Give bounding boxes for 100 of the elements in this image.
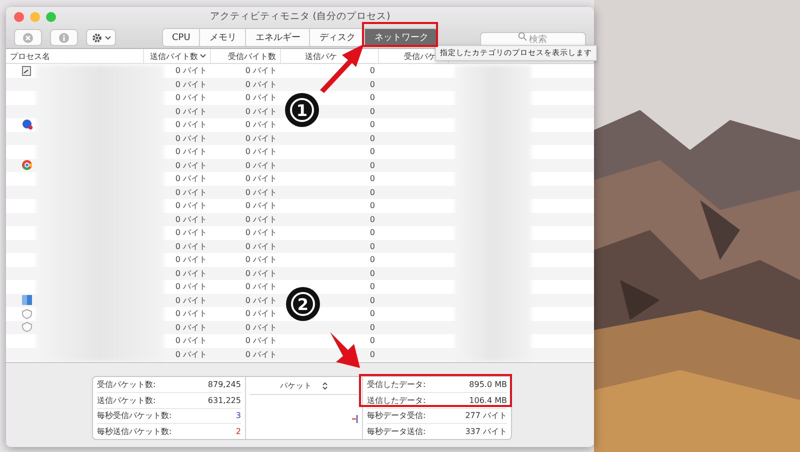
table-cell: 0 バイト — [245, 106, 277, 117]
table-cell: 0 バイト — [245, 240, 277, 252]
table-cell: 0 バイト — [245, 348, 277, 360]
tab[interactable]: エネルギー — [245, 29, 310, 46]
table-cell: 0 バイト — [245, 65, 277, 76]
graph-drawing — [352, 415, 358, 423]
table-cell: 0 バイト — [175, 65, 207, 76]
info-button[interactable] — [50, 29, 78, 46]
table-cell: 0 バイト — [175, 281, 207, 292]
table-cell: 0 — [370, 268, 375, 278]
stat-value: 2 — [236, 427, 241, 436]
globe-icon — [22, 119, 33, 130]
table-cell: 0 バイト — [175, 294, 207, 306]
table-cell: 0 バイト — [175, 254, 207, 266]
table-cell: 0 — [370, 242, 375, 251]
table-cell: 0 バイト — [175, 106, 207, 117]
stat-label: 送信パケット数: — [97, 394, 156, 406]
zoom-button[interactable] — [46, 12, 56, 22]
column-header[interactable]: 送信バイト数 — [144, 49, 211, 63]
stat-value: 3 — [236, 411, 241, 420]
table-cell: 0 バイト — [175, 160, 207, 171]
stop-process-button[interactable] — [14, 29, 42, 46]
tab[interactable]: メモリ — [199, 29, 246, 46]
table-cell: 0 バイト — [175, 173, 207, 184]
gear-icon — [92, 32, 102, 43]
table-cell: 0 — [370, 134, 375, 143]
table-cell: 0 — [370, 214, 375, 224]
table-cell: 0 バイト — [245, 132, 277, 144]
table-cell: 0 バイト — [245, 268, 277, 279]
table-cell: 0 — [370, 350, 375, 359]
tab[interactable]: CPU — [163, 29, 200, 46]
updown-icon — [322, 382, 328, 390]
caret-icon — [104, 36, 110, 40]
table-cell: 0 バイト — [245, 254, 277, 266]
gear-menu-button[interactable] — [86, 29, 116, 46]
table-cell: 0 バイト — [245, 146, 277, 158]
tab[interactable]: ネットワーク — [364, 29, 438, 46]
stat-label: 送信したデータ: — [367, 394, 426, 406]
table-cell: 0 バイト — [175, 78, 207, 90]
info-icon — [59, 32, 69, 43]
column-header[interactable]: 受信バイト数 — [211, 49, 281, 63]
table-cell: 0 バイト — [245, 294, 277, 306]
table-cell: 0 — [370, 282, 375, 292]
tab[interactable]: ディスク — [309, 29, 364, 46]
table-cell: 0 — [370, 228, 375, 238]
table-cell: 0 バイト — [245, 173, 277, 184]
app-icon — [22, 295, 32, 306]
document-icon — [22, 66, 31, 76]
stat-label: 受信パケット数: — [97, 378, 156, 390]
stat-label: 毎秒送信パケット数: — [97, 426, 172, 438]
table-cell: 0 — [370, 188, 375, 197]
table-cell: 0 バイト — [175, 308, 207, 320]
stat-label: 毎秒データ送信: — [367, 426, 426, 438]
close-button[interactable] — [14, 12, 24, 22]
table-cell: 0 — [370, 201, 375, 210]
table-cell: 0 — [370, 120, 375, 130]
table-cell: 0 バイト — [245, 322, 277, 333]
stat-value: 106.4 MB — [469, 396, 507, 405]
table-cell: 0 — [370, 93, 375, 102]
table-cell: 0 バイト — [175, 92, 207, 104]
table-cell: 0 — [370, 336, 375, 346]
table-cell: 0 バイト — [175, 200, 207, 212]
table-cell: 0 バイト — [175, 119, 207, 130]
table-cell: 0 — [370, 309, 375, 318]
table-cell: 0 バイト — [245, 78, 277, 90]
table-cell: 0 バイト — [245, 92, 277, 104]
table-cell: 0 — [370, 80, 375, 89]
table-cell: 0 バイト — [245, 214, 277, 225]
table-cell: 0 バイト — [245, 335, 277, 346]
table-cell: 0 バイト — [175, 227, 207, 238]
table-cell: 0 — [370, 322, 375, 332]
table-cell: 0 バイト — [245, 160, 277, 171]
table-cell: 0 バイト — [175, 146, 207, 158]
stat-value: 337 バイト — [465, 426, 507, 438]
close-icon — [23, 32, 33, 43]
stat-value: 277 バイト — [465, 410, 507, 422]
stat-value: 631,225 — [208, 396, 241, 405]
table-cell: 0 バイト — [245, 227, 277, 238]
minimize-button[interactable] — [30, 12, 40, 22]
table-cell: 0 バイト — [175, 186, 207, 198]
column-header[interactable]: プロセス名 — [6, 49, 144, 63]
table-cell: 0 バイト — [175, 268, 207, 279]
table-cell: 0 バイト — [175, 348, 207, 360]
table-cell: 0 バイト — [175, 132, 207, 144]
stat-value: 895.0 MB — [469, 380, 507, 389]
table-cell: 0 バイト — [175, 240, 207, 252]
table-cell: 0 — [370, 296, 375, 305]
table-cell: 0 バイト — [175, 322, 207, 333]
table-cell: 0 バイト — [175, 335, 207, 346]
stat-value: 879,245 — [208, 380, 241, 389]
table-cell: 0 — [370, 66, 375, 76]
table-cell: 0 — [370, 174, 375, 184]
sort-caret-icon — [200, 54, 206, 58]
table-cell: 0 バイト — [245, 281, 277, 292]
table-cell: 0 — [370, 106, 375, 116]
table-cell: 0 バイト — [245, 186, 277, 198]
stat-label: 受信したデータ: — [367, 378, 426, 390]
table-cell: 0 — [370, 147, 375, 156]
window-title: アクティビティモニタ (自分のプロセス) — [210, 10, 390, 23]
stat-label: 毎秒受信パケット数: — [97, 410, 172, 422]
